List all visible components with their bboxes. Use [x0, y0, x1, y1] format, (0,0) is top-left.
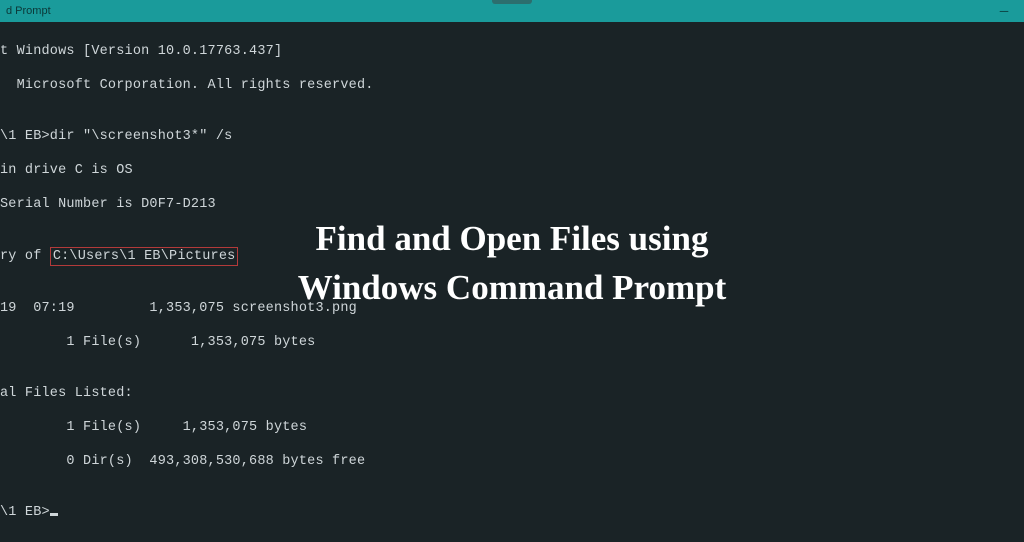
- terminal-line: t Windows [Version 10.0.17763.437]: [0, 43, 1024, 60]
- titlebar-left: d Prompt: [6, 5, 1018, 17]
- terminal-line: 1 File(s) 1,353,075 bytes: [0, 334, 1024, 351]
- terminal-line: 19 07:19 1,353,075 screenshot3.png: [0, 300, 1024, 317]
- minimize-button[interactable]: ─: [984, 0, 1024, 22]
- titlebar-drag-indicator: [492, 0, 532, 4]
- prompt-text: \1 EB>: [0, 505, 50, 520]
- terminal-line: Serial Number is D0F7-D213: [0, 196, 1024, 213]
- terminal-prompt-line: \1 EB>: [0, 504, 1024, 521]
- terminal-line: 0 Dir(s) 493,308,530,688 bytes free: [0, 453, 1024, 470]
- terminal-line: al Files Listed:: [0, 385, 1024, 402]
- terminal-line: \1 EB>dir "\screenshot3*" /s: [0, 128, 1024, 145]
- titlebar[interactable]: d Prompt ─: [0, 0, 1024, 22]
- terminal-line: in drive C is OS: [0, 162, 1024, 179]
- terminal-line-highlighted: ry of C:\Users\1 EB\Pictures: [0, 247, 1024, 266]
- titlebar-controls: ─: [984, 0, 1024, 22]
- terminal-output[interactable]: t Windows [Version 10.0.17763.437] Micro…: [0, 22, 1024, 542]
- path-highlight: C:\Users\1 EB\Pictures: [50, 247, 239, 266]
- dir-prefix: ry of: [0, 249, 50, 264]
- window-title: d Prompt: [6, 5, 51, 17]
- terminal-line: Microsoft Corporation. All rights reserv…: [0, 77, 1024, 94]
- terminal-line: 1 File(s) 1,353,075 bytes: [0, 419, 1024, 436]
- cursor: [50, 513, 58, 516]
